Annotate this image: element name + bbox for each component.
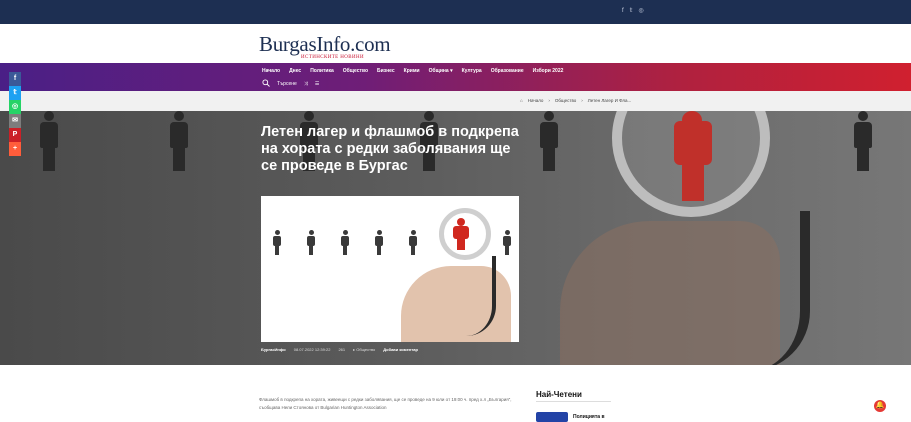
sidebar-item-thumbnail[interactable] — [536, 412, 568, 422]
breadcrumb-home[interactable]: Начало — [528, 98, 544, 103]
shuffle-icon[interactable]: ⤨ — [304, 81, 308, 87]
search-icon[interactable] — [262, 79, 270, 89]
email-share-icon[interactable]: ✉ — [9, 114, 21, 128]
nav-item-crime[interactable]: Крими — [404, 68, 420, 74]
article-meta: БургасИнфо 08.07.2022 12:39:22 261 ▸ Общ… — [261, 347, 418, 352]
nav-item-home[interactable]: Начало — [262, 68, 280, 74]
nav-item-society[interactable]: Общество — [343, 68, 368, 74]
nav-item-culture[interactable]: Култура — [462, 68, 482, 74]
search-label[interactable]: Търсене — [277, 81, 297, 87]
breadcrumb-separator-icon: › — [548, 98, 550, 103]
nav-item-education[interactable]: Образование — [491, 68, 524, 74]
twitter-icon[interactable]: 𝕥 — [630, 7, 633, 15]
breadcrumb-current: Летен Лагер И Фла... — [587, 98, 632, 103]
article-section[interactable]: ▸ Общество — [353, 347, 375, 352]
article-views: 261 — [338, 347, 346, 352]
hero-figure — [538, 111, 560, 171]
menu-icon[interactable]: ☰ — [315, 81, 319, 87]
nav-item-today[interactable]: Днес — [289, 68, 301, 74]
nav-item-politics[interactable]: Политика — [310, 68, 334, 74]
breadcrumb-separator-icon: › — [581, 98, 583, 103]
share-bar: f 𝕥 ◎ ✉ P + — [9, 72, 21, 156]
top-social-links: f 𝕥 ◎ — [622, 7, 644, 15]
breadcrumb-section[interactable]: Общество — [555, 98, 576, 103]
article-author[interactable]: БургасИнфо — [261, 347, 286, 352]
article-body: Флашмоб в подкрепа на хората, живеещи с … — [259, 397, 512, 410]
notification-bell-icon[interactable]: 🔔 — [874, 400, 886, 412]
photo-red-figure — [453, 218, 469, 250]
article-title: Летен лагер и флашмоб в подкрепа на хора… — [261, 124, 519, 174]
article-photo[interactable] — [261, 196, 519, 342]
logo-name: BurgasInfo.com — [259, 32, 391, 56]
nav-tools: Търсене ⤨ ☰ — [262, 79, 319, 89]
main-nav: Начало Днес Политика Общество Бизнес Кри… — [0, 63, 911, 91]
breadcrumb-bar: ⌂ Начало › Общество › Летен Лагер И Фла.… — [0, 91, 911, 111]
sidebar-heading: Най-Четени — [536, 390, 582, 399]
home-icon[interactable]: ⌂ — [520, 98, 523, 103]
photo-figure — [273, 230, 281, 256]
nav-item-municipality[interactable]: Община ▾ — [429, 68, 453, 74]
photo-figure — [375, 230, 383, 256]
sidebar-item-title[interactable]: Полицията в — [573, 414, 605, 420]
logo-tagline: ИСТИНСКИТЕ НОВИНИ — [301, 55, 365, 60]
hero-stethoscope-tube — [720, 211, 810, 365]
top-bar: f 𝕥 ◎ — [0, 0, 911, 24]
more-share-icon[interactable]: + — [9, 142, 21, 156]
sidebar-most-read: Най-Четени Полицията в — [536, 390, 611, 422]
instagram-icon[interactable]: ◎ — [638, 7, 643, 15]
hero-figure — [168, 111, 190, 171]
pinterest-share-icon[interactable]: P — [9, 128, 21, 142]
article-section-label: Общество — [356, 347, 376, 352]
facebook-share-icon[interactable]: f — [9, 72, 21, 86]
nav-item-business[interactable]: Бизнес — [377, 68, 395, 74]
nav-menu: Начало Днес Политика Общество Бизнес Кри… — [262, 68, 563, 74]
hero-red-figure — [672, 111, 714, 201]
breadcrumb: ⌂ Начало › Общество › Летен Лагер И Фла.… — [520, 98, 631, 103]
whatsapp-share-icon[interactable]: ◎ — [9, 100, 21, 114]
twitter-share-icon[interactable]: 𝕥 — [9, 86, 21, 100]
photo-figure — [341, 230, 349, 256]
nav-item-elections[interactable]: Избори 2022 — [533, 68, 564, 74]
photo-figure — [409, 230, 417, 256]
sidebar-divider — [536, 401, 611, 402]
photo-figure — [503, 230, 511, 256]
photo-figure — [307, 230, 315, 256]
facebook-icon[interactable]: f — [622, 7, 624, 15]
hero-figure — [38, 111, 60, 171]
article-date: 08.07.2022 12:39:22 — [293, 347, 331, 352]
site-logo[interactable]: BurgasInfo.com ИСТИНСКИТЕ НОВИНИ — [259, 32, 391, 60]
add-comment-link[interactable]: Добави коментар — [383, 347, 418, 352]
hero-figure — [852, 111, 874, 171]
